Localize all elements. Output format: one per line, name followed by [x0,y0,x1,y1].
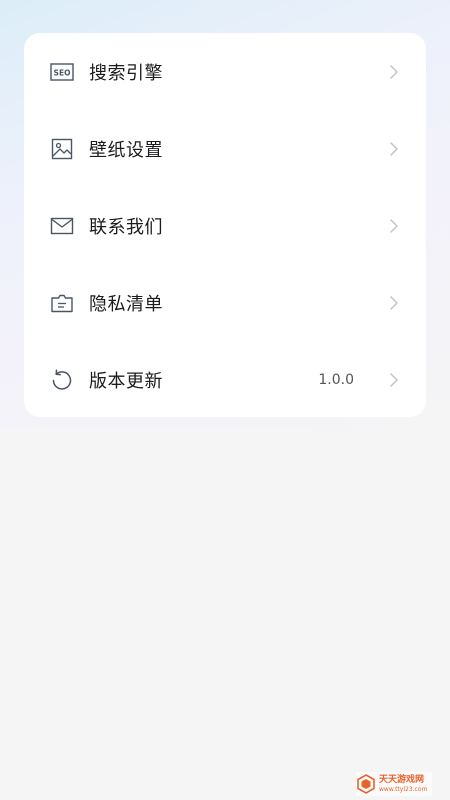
chevron-right-icon [390,295,398,310]
svg-text:SEO: SEO [54,68,71,77]
watermark-text: 天天游戏网 [379,774,425,785]
menu-item-label: 版本更新 [89,370,163,392]
menu-item-search-engine[interactable]: SEO 搜索引擎 [24,33,426,110]
chevron-right-icon [390,64,398,79]
chevron-right-icon [390,372,398,387]
settings-card: SEO 搜索引擎 壁纸设置 联系我们 隐私清单 版本更新 1.0.0 [24,33,426,417]
chevron-right-icon [390,218,398,233]
watermark-logo-icon [357,774,375,794]
seo-icon: SEO [50,60,74,84]
watermark-url: www.ttyl23.com [379,785,428,793]
mail-icon [50,214,74,238]
refresh-icon [50,368,74,392]
menu-item-label: 联系我们 [89,216,163,238]
watermark: 天天游戏网 www.ttyl23.com [356,772,432,796]
menu-item-contact[interactable]: 联系我们 [24,187,426,264]
version-number: 1.0.0 [318,371,354,388]
menu-item-privacy-list[interactable]: 隐私清单 [24,264,426,341]
chevron-right-icon [390,141,398,156]
menu-item-wallpaper[interactable]: 壁纸设置 [24,110,426,187]
menu-item-version-update[interactable]: 版本更新 1.0.0 [24,341,426,418]
menu-item-label: 隐私清单 [89,293,163,315]
privacy-list-icon [50,291,74,315]
menu-item-label: 壁纸设置 [89,139,163,161]
image-icon [50,137,74,161]
menu-item-label: 搜索引擎 [89,62,163,84]
